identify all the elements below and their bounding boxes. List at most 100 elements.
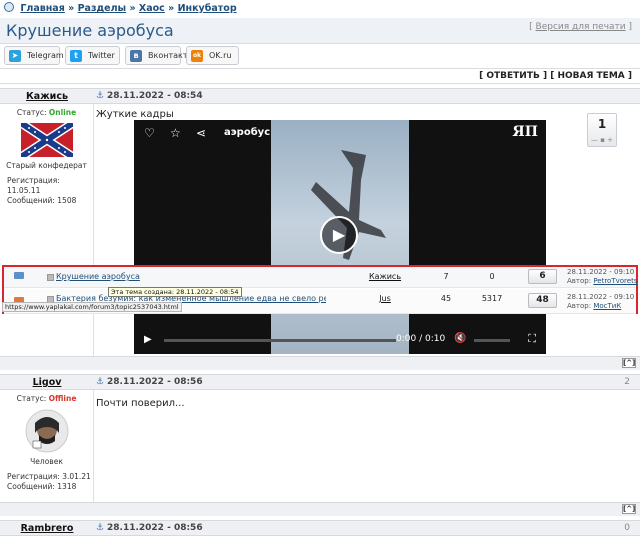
vote-buttons[interactable]: — ▪ + [588,136,616,144]
user-registration: Регистрация: 3.01.21 [7,472,91,481]
topic-author[interactable]: Jus [360,294,410,303]
user-stats: Регистрация: 3.01.21 Сообщений: 1318 [0,472,93,492]
breadcrumb-sep: » [68,3,75,14]
twitter-icon: t [70,50,82,62]
post-date-text: 28.11.2022 - 08:54 [107,91,203,101]
to-top-button[interactable]: [^] [622,504,636,514]
breadcrumb-home[interactable]: Главная [20,3,65,14]
home-icon[interactable] [4,2,14,12]
last-post-date: 28.11.2022 - 09:10 [567,293,635,301]
user-messages: Сообщений: 1318 [7,482,77,491]
reply-button[interactable]: [ ОТВЕТИТЬ ] [479,71,547,81]
last-post-author[interactable]: PetroTvorets [593,277,637,285]
post-body: Жуткие кадры [96,109,174,120]
post-body: Почти поверил... [96,398,185,409]
topic-last-post: 28.11.2022 - 09:10 Автор: PetroTvorets [567,268,637,286]
post-header: Кажись ⚓ 28.11.2022 - 08:54 [0,88,640,104]
last-post-date: 28.11.2022 - 09:10 [567,268,635,276]
status-value: Offline [48,394,77,403]
post-date-text: 28.11.2022 - 08:56 [107,377,203,387]
user-stats: Регистрация: 11.05.11 Сообщений: 1508 [0,176,93,206]
star-icon[interactable]: ☆ [170,126,181,140]
anchor-icon[interactable]: ⚓ [96,91,104,101]
heart-icon[interactable]: ♡ [144,126,155,140]
post-author[interactable]: Кажись [0,91,94,102]
yp-logo: ЯП [512,124,538,140]
share-label: OK.ru [209,51,232,60]
vk-icon: в [130,50,142,62]
share-label: Telegram [27,51,64,60]
topic-actions: [ ОТВЕТИТЬ ] [ НОВАЯ ТЕМА ] [0,68,640,84]
post-header: Rambrero ⚓ 28.11.2022 - 08:56 0 [0,520,640,536]
topic-rating: 48 [528,293,557,308]
post-date: ⚓ 28.11.2022 - 08:56 [96,523,203,533]
video-controls: ▶ 0:00 / 0:10 🔇 ⛶ [134,326,546,354]
share-label: Twitter [88,51,115,60]
status-label: Статус: [16,394,47,403]
post-author[interactable]: Rambrero [0,523,94,534]
ok-icon: ok [191,50,203,62]
play-button[interactable]: ▶ [144,334,152,345]
avatar [20,123,73,157]
topic-header: Крушение аэробуса [ Версия для печати ] [0,18,640,44]
post-footer: [^] [0,356,640,370]
topic-replies: 45 [440,294,452,303]
post-date: ⚓ 28.11.2022 - 08:54 [96,91,203,101]
post-number: 0 [624,523,630,533]
user-status: Статус: Offline [0,394,93,403]
video-topbar: ♡ ☆ ⋖ аэробус ЯП [134,120,546,148]
share-telegram-button[interactable]: ➤ Telegram [4,46,64,65]
new-topic-button[interactable]: [ НОВАЯ ТЕМА ] [550,71,632,81]
user-rank: Старый конфедерат [6,161,87,170]
mute-icon[interactable]: 🔇 [454,333,466,344]
video-time: 0:00 / 0:10 [396,334,446,344]
post-number: 2 [624,377,630,387]
topic-replies: 7 [443,272,449,281]
fullscreen-icon[interactable]: ⛶ [528,332,536,346]
topic-views: 0 [489,272,495,281]
topic-rating: 6 [528,269,557,284]
tooltip: Эта тема создана: 28.11.2022 - 08:54 [108,287,242,297]
share-ok-button[interactable]: ok OK.ru [186,46,239,65]
post-author[interactable]: Ligov [0,377,94,388]
breadcrumb-incubator[interactable]: Инкубатор [178,3,237,14]
avatar [25,409,68,453]
post-rating: 1 — ▪ + [587,113,617,147]
topic-icon [47,274,54,281]
play-icon[interactable]: ▶ [320,216,358,254]
anchor-icon[interactable]: ⚓ [96,523,104,533]
to-top-button[interactable]: [^] [622,358,636,368]
topic-author[interactable]: Кажись [360,272,410,281]
rating-value: 1 [597,117,607,131]
last-post-author[interactable]: МосТиК [593,302,621,310]
breadcrumb-sections[interactable]: Разделы [78,3,127,14]
user-info: Статус: Online Старый конфедерат Регистр… [0,104,94,356]
envelope-icon [14,272,24,279]
telegram-icon: ➤ [9,50,21,62]
post-footer: [^] [0,502,640,516]
print-version-label[interactable]: Версия для печати [536,22,626,32]
share-icon[interactable]: ⋖ [196,126,206,140]
table-row[interactable]: Крушение аэробуса Кажись 7 0 6 28.11.202… [4,267,637,288]
topic-views: 5317 [481,294,503,303]
anchor-icon[interactable]: ⚓ [96,377,104,387]
breadcrumb-sep: » [168,3,175,14]
breadcrumb-chaos[interactable]: Хаос [139,3,165,14]
page-title: Крушение аэробуса [6,21,174,40]
status-label: Статус: [16,108,47,117]
status-bar-url: https://www.yaplakal.com/forum3/topic253… [2,302,182,312]
share-twitter-button[interactable]: t Twitter [65,46,120,65]
user-registration: Регистрация: 11.05.11 [7,176,60,195]
video-player[interactable]: ♡ ☆ ⋖ аэробус ЯП ▶ ▶ 0:00 / 0:10 🔇 ⛶ [134,120,546,354]
volume-slider[interactable] [474,339,510,342]
progress-bar[interactable] [164,339,396,342]
print-version-link[interactable]: [ Версия для печати ] [529,22,632,32]
post-date-text: 28.11.2022 - 08:56 [107,523,203,533]
video-title: аэробус [224,127,271,138]
breadcrumb-sep: » [129,3,136,14]
user-rank: Человек [30,457,63,466]
topic-title-link[interactable]: Крушение аэробуса [56,272,326,281]
last-post-author-label: Автор: [567,277,592,285]
share-vk-button[interactable]: в Вконтакте [125,46,192,65]
breadcrumb: Главная » Разделы » Хаос » Инкубатор [0,0,640,16]
